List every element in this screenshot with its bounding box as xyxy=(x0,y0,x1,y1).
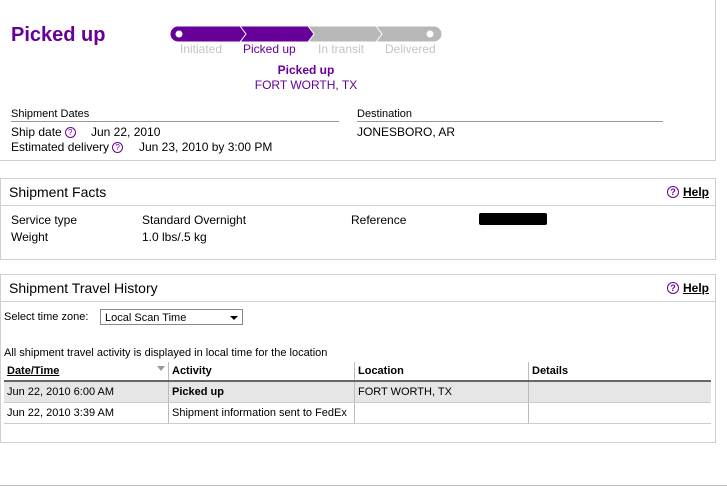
help-icon: ? xyxy=(666,282,679,294)
travel-history-title: Shipment Travel History xyxy=(9,280,158,296)
progress-endpoint-dot xyxy=(175,30,183,38)
progress-segment xyxy=(237,25,315,43)
step-picked-up: Picked up xyxy=(243,42,296,56)
service-type-label: Service type xyxy=(11,213,78,227)
help-icon[interactable]: ? xyxy=(112,142,124,153)
shipment-facts-header: Shipment Facts ? Help xyxy=(1,179,715,206)
estimated-delivery-value: Jun 23, 2010 by 3:00 PM xyxy=(139,140,273,154)
column-datetime[interactable]: Date/Time xyxy=(4,362,169,382)
cell-location: FORT WORTH, TX xyxy=(354,381,529,403)
ship-date-label: Ship date xyxy=(11,125,62,139)
shipment-facts-title: Shipment Facts xyxy=(9,184,107,200)
step-in-transit: In transit xyxy=(318,42,365,56)
shipment-dates-heading: Shipment Dates xyxy=(11,108,339,122)
destination-heading: Destination xyxy=(357,108,663,122)
cell-datetime: Jun 22, 2010 6:00 AM xyxy=(4,381,169,403)
status-title: Picked up xyxy=(11,24,106,46)
summary-panel-border xyxy=(715,0,716,160)
destination-value: JONESBORO, AR xyxy=(357,125,456,139)
progress-segment xyxy=(305,25,383,43)
column-activity: Activity xyxy=(168,362,355,382)
reference-redacted xyxy=(479,213,547,225)
service-type-value: Standard Overnight xyxy=(142,213,247,227)
chevron-down-icon xyxy=(230,316,238,320)
reference-label: Reference xyxy=(351,213,407,227)
column-details: Details xyxy=(528,362,711,382)
table-header-row: Date/Time Activity Location Details xyxy=(4,362,711,382)
cell-activity: Shipment information sent to FedEx xyxy=(168,402,355,424)
cell-details xyxy=(528,381,711,403)
shipment-facts-panel: Shipment Facts ? Help Service type Standa… xyxy=(0,178,716,260)
column-location: Location xyxy=(354,362,529,382)
current-status: Picked up xyxy=(277,63,335,77)
help-icon[interactable]: ? xyxy=(64,127,76,138)
cell-location xyxy=(354,402,529,424)
cell-activity: Picked up xyxy=(168,381,355,403)
time-zone-label: Select time zone: xyxy=(4,311,89,323)
summary-panel-bottom xyxy=(0,160,716,161)
weight-value: 1.0 lbs/.5 kg xyxy=(142,230,207,244)
ship-date-row: Ship date? xyxy=(11,125,76,139)
current-location: FORT WORTH, TX xyxy=(254,78,358,92)
cell-datetime: Jun 22, 2010 3:39 AM xyxy=(4,402,169,424)
help-icon: ? xyxy=(666,186,679,198)
help-link[interactable]: ? Help xyxy=(666,179,709,205)
cell-details xyxy=(528,402,711,424)
estimated-delivery-label: Estimated delivery xyxy=(11,140,110,154)
step-delivered: Delivered xyxy=(385,42,436,56)
ship-date-value: Jun 22, 2010 xyxy=(91,125,161,139)
bottom-divider xyxy=(0,485,727,486)
step-initiated: Initiated xyxy=(180,42,223,56)
delivery-row: Estimated delivery? xyxy=(11,140,124,154)
progress-endpoint-dot xyxy=(426,30,434,38)
time-zone-value: Local Scan Time xyxy=(105,312,187,324)
table-row: Jun 22, 2010 3:39 AM Shipment informatio… xyxy=(4,402,711,424)
progress-labels: Initiated Picked up In transit Delivered xyxy=(167,42,447,58)
weight-label: Weight xyxy=(11,230,49,244)
sort-icon xyxy=(157,366,165,371)
travel-history-header: Shipment Travel History ? Help xyxy=(1,275,715,302)
progress-tracker xyxy=(169,25,443,43)
table-row: Jun 22, 2010 6:00 AM Picked up FORT WORT… xyxy=(4,381,711,403)
help-link[interactable]: ? Help xyxy=(666,275,709,301)
history-table: Date/Time Activity Location Details Jun … xyxy=(4,362,711,424)
time-note: All shipment travel activity is displaye… xyxy=(4,347,328,359)
time-zone-select[interactable]: Local Scan Time xyxy=(100,309,243,325)
